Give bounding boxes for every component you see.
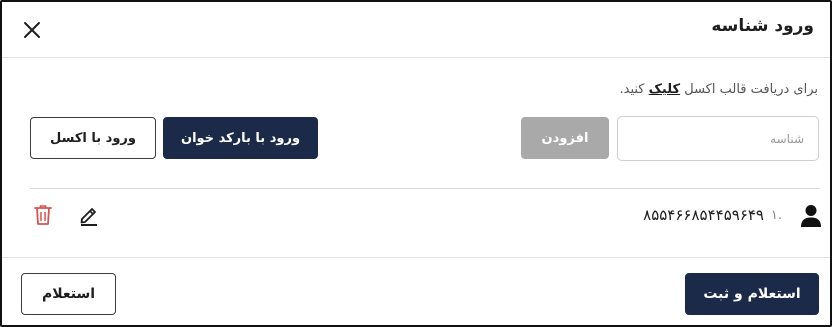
excel-template-link[interactable]: کلیک xyxy=(649,82,680,97)
edit-icon[interactable] xyxy=(78,204,100,226)
close-icon[interactable] xyxy=(22,20,42,40)
delete-icon[interactable] xyxy=(34,204,52,226)
barcode-entry-button[interactable]: ورود با بارکد خوان xyxy=(163,117,318,159)
hint-text-before: برای دریافت قالب اکسل xyxy=(680,82,818,97)
excel-template-hint: برای دریافت قالب اکسل کلیک کنید. xyxy=(620,82,819,97)
item-index: .۱ xyxy=(770,208,782,223)
person-icon xyxy=(800,204,822,228)
dialog-title: ورود شناسه xyxy=(711,16,814,36)
item-code: ۸۵۵۴۶۶۸۵۴۴۵۹۶۴۹ xyxy=(643,206,764,224)
list-item: .۱ ۸۵۵۴۶۶۸۵۴۴۵۹۶۴۹ xyxy=(30,198,822,234)
inquiry-button[interactable]: استعلام xyxy=(21,273,116,315)
hint-text-after: کنید. xyxy=(619,82,649,97)
excel-entry-button[interactable]: ورود با اکسل xyxy=(30,117,156,159)
id-input[interactable] xyxy=(617,116,819,161)
footer-divider xyxy=(2,257,830,258)
dialog-header: ورود شناسه xyxy=(2,2,830,58)
add-button[interactable]: افزودن xyxy=(521,117,609,159)
inquire-and-submit-button[interactable]: استعلام و ثبت xyxy=(685,273,819,315)
divider xyxy=(30,188,820,189)
dialog: ورود شناسه برای دریافت قالب اکسل کلیک کن… xyxy=(0,0,832,327)
